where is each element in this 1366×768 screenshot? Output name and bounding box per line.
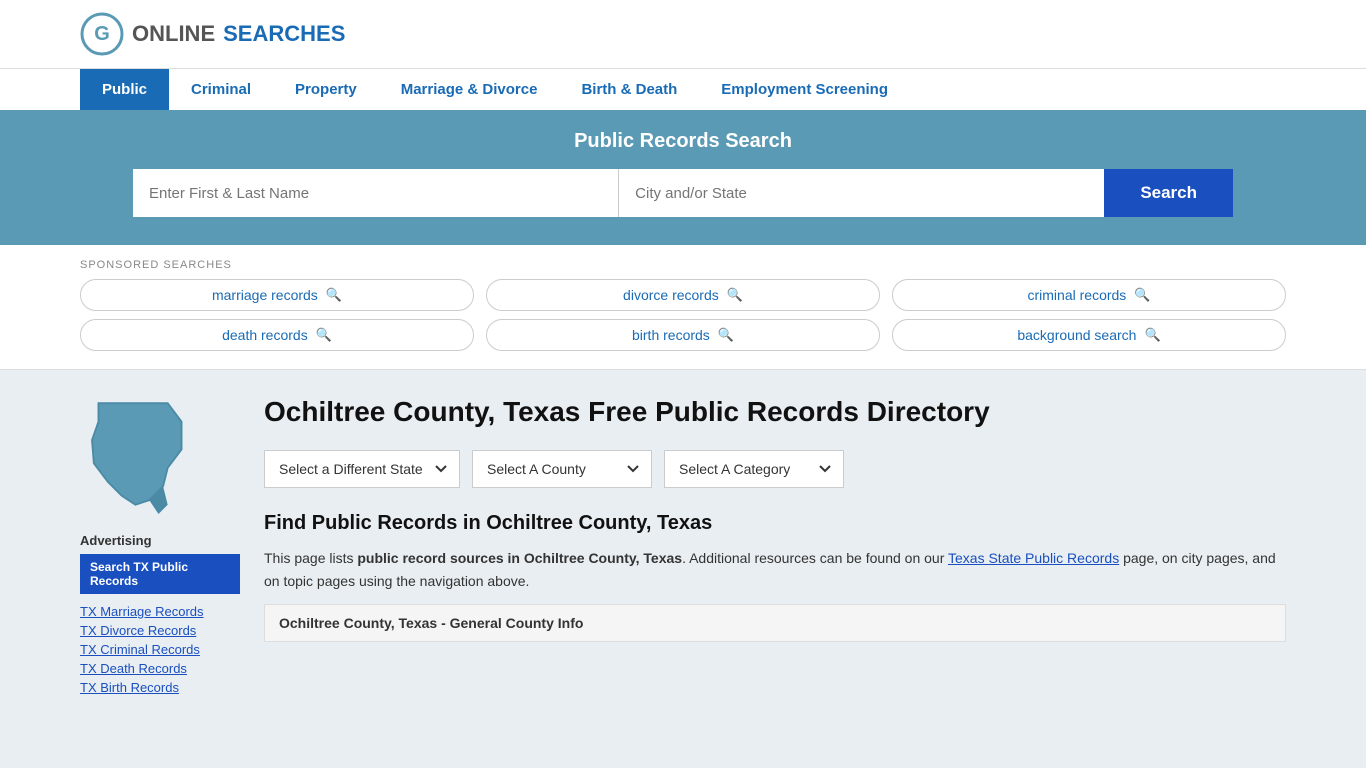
search-button[interactable]: Search [1104,169,1233,217]
logo[interactable]: G ONLINE SEARCHES [80,12,345,56]
find-records-title: Find Public Records in Ochiltree County,… [264,512,1286,535]
tag-background-search[interactable]: background search 🔍 [892,319,1286,351]
nav-employment[interactable]: Employment Screening [699,69,910,110]
search-icon: 🔍 [326,287,342,303]
tag-row-1: marriage records 🔍 divorce records 🔍 cri… [80,279,1286,311]
main-nav: Public Criminal Property Marriage & Divo… [0,68,1366,110]
tag-row-2: death records 🔍 birth records 🔍 backgrou… [80,319,1286,351]
sidebar-link-death[interactable]: TX Death Records [80,661,240,676]
sidebar-link-criminal[interactable]: TX Criminal Records [80,642,240,657]
county-dropdown[interactable]: Select A County [472,450,652,488]
desc-part1: This page lists [264,550,357,566]
category-dropdown[interactable]: Select A Category [664,450,844,488]
logo-text-searches: SEARCHES [223,21,345,47]
svg-text:G: G [94,23,110,45]
state-dropdown[interactable]: Select a Different State [264,450,460,488]
search-icon: 🔍 [316,327,332,343]
tag-death-records[interactable]: death records 🔍 [80,319,474,351]
header: G ONLINE SEARCHES [0,0,1366,68]
nav-marriage-divorce[interactable]: Marriage & Divorce [379,69,560,110]
sponsored-label: SPONSORED SEARCHES [80,259,1286,271]
name-input[interactable] [133,169,619,217]
sponsored-section: SPONSORED SEARCHES marriage records 🔍 di… [0,245,1366,370]
tag-divorce-label: divorce records [623,287,719,303]
sidebar-link-birth[interactable]: TX Birth Records [80,680,240,695]
search-icon: 🔍 [727,287,743,303]
tag-marriage-records[interactable]: marriage records 🔍 [80,279,474,311]
nav-public[interactable]: Public [80,69,169,110]
nav-birth-death[interactable]: Birth & Death [559,69,699,110]
advertising-label: Advertising [80,533,240,548]
nav-property[interactable]: Property [273,69,379,110]
search-icon: 🔍 [718,327,734,343]
logo-icon: G [80,12,124,56]
content-area: Ochiltree County, Texas Free Public Reco… [264,394,1286,699]
tag-divorce-records[interactable]: divorce records 🔍 [486,279,880,311]
tag-marriage-label: marriage records [212,287,318,303]
texas-map-icon [80,394,200,514]
nav-criminal[interactable]: Criminal [169,69,273,110]
sidebar-link-marriage[interactable]: TX Marriage Records [80,604,240,619]
tag-criminal-label: criminal records [1028,287,1127,303]
tag-death-label: death records [222,327,308,343]
search-banner: Public Records Search Search [0,110,1366,245]
search-form: Search [133,169,1233,217]
main-wrapper: Advertising Search TX Public Records TX … [0,370,1366,723]
page-title: Ochiltree County, Texas Free Public Reco… [264,394,1286,430]
tag-background-label: background search [1017,327,1136,343]
sidebar: Advertising Search TX Public Records TX … [80,394,240,699]
sidebar-link-divorce[interactable]: TX Divorce Records [80,623,240,638]
banner-title: Public Records Search [80,130,1286,153]
logo-text-online: ONLINE [132,21,215,47]
desc-link[interactable]: Texas State Public Records [948,550,1119,566]
search-icon: 🔍 [1134,287,1150,303]
tag-birth-label: birth records [632,327,710,343]
dropdowns-row: Select a Different State Select A County… [264,450,1286,488]
desc-mid: . Additional resources can be found on o… [682,550,948,566]
ad-search-button[interactable]: Search TX Public Records [80,554,240,594]
desc-bold: public record sources in Ochiltree Count… [357,550,682,566]
tag-birth-records[interactable]: birth records 🔍 [486,319,880,351]
tag-criminal-records[interactable]: criminal records 🔍 [892,279,1286,311]
county-info-header: Ochiltree County, Texas - General County… [264,604,1286,642]
search-icon: 🔍 [1144,327,1160,343]
description-text: This page lists public record sources in… [264,547,1286,592]
location-input[interactable] [619,169,1104,217]
